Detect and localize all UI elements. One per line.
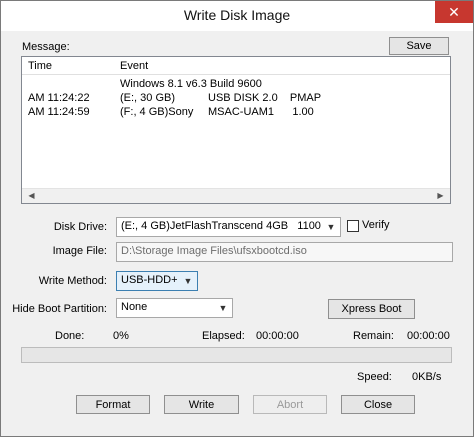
image-file-field[interactable]: D:\Storage Image Files\ufsxbootcd.iso (116, 242, 453, 262)
scroll-right-icon[interactable]: ▶ (433, 190, 448, 202)
hide-boot-partition-select[interactable]: None ▼ (116, 298, 233, 318)
abort-button[interactable]: Abort (253, 395, 327, 414)
log-header: Time Event (22, 57, 450, 75)
elapsed-value: 00:00:00 (256, 330, 299, 342)
column-header-event[interactable]: Event (120, 60, 148, 72)
title-bar: Write Disk Image ✕ (1, 1, 473, 31)
hide-boot-partition-label: Hide Boot Partition: (12, 303, 107, 315)
column-header-time[interactable]: Time (28, 60, 52, 72)
disk-drive-select[interactable]: (E:, 4 GB)JetFlashTranscend 4GB 1100 ▼ (116, 217, 341, 237)
format-button[interactable]: Format (76, 395, 150, 414)
close-window-button[interactable]: ✕ (435, 1, 473, 23)
write-button[interactable]: Write (164, 395, 239, 414)
disk-drive-value: (E:, 4 GB)JetFlashTranscend 4GB 1100 (121, 220, 321, 232)
horizontal-scrollbar[interactable]: ◀ ▶ (22, 188, 450, 203)
disk-drive-label: Disk Drive: (53, 221, 107, 233)
log-time: AM 11:24:59 (28, 106, 90, 118)
speed-label: Speed: (357, 371, 392, 383)
write-progress-bar (21, 347, 452, 363)
scroll-left-icon[interactable]: ◀ (24, 190, 39, 202)
write-disk-image-window: Write Disk Image ✕ Message: Save Time Ev… (0, 0, 474, 437)
remain-value: 00:00:00 (407, 330, 450, 342)
done-value: 0% (113, 330, 129, 342)
log-row: AM 11:24:59 (F:, 4 GB)Sony MSAC-UAM1 1.0… (22, 106, 450, 119)
done-label: Done: (55, 330, 85, 342)
log-row: Windows 8.1 v6.3 Build 9600 (22, 78, 450, 91)
save-button[interactable]: Save (389, 37, 449, 55)
close-button[interactable]: Close (341, 395, 415, 414)
window-title: Write Disk Image (183, 7, 291, 23)
chevron-down-icon: ▼ (218, 303, 228, 313)
elapsed-label: Elapsed: (202, 330, 245, 342)
log-event-extra: MSAC-UAM1 1.00 (208, 106, 314, 118)
hide-boot-partition-value: None (121, 301, 148, 313)
log-row: AM 11:24:22 (E:, 30 GB) USB DISK 2.0 PMA… (22, 92, 450, 105)
log-event: Windows 8.1 v6.3 Build 9600 (120, 78, 262, 90)
write-method-label: Write Method: (38, 275, 107, 287)
message-label: Message: (22, 41, 70, 53)
speed-value: 0KB/s (412, 371, 442, 383)
verify-checkbox[interactable] (347, 220, 359, 232)
write-method-value: USB-HDD+ (121, 274, 178, 286)
chevron-down-icon: ▼ (326, 222, 336, 232)
remain-label: Remain: (353, 330, 394, 342)
log-event-extra: USB DISK 2.0 PMAP (208, 92, 322, 104)
image-file-label: Image File: (52, 245, 107, 257)
message-log-list[interactable]: Time Event Windows 8.1 v6.3 Build 9600 A… (21, 56, 451, 204)
close-icon: ✕ (448, 4, 460, 20)
write-method-select[interactable]: USB-HDD+ ▼ (116, 271, 198, 291)
log-time: AM 11:24:22 (28, 92, 90, 104)
verify-label: Verify (362, 219, 390, 231)
log-event: (E:, 30 GB) (120, 92, 176, 104)
xpress-boot-button[interactable]: Xpress Boot (328, 299, 415, 319)
log-event: (F:, 4 GB)Sony (120, 106, 194, 118)
chevron-down-icon: ▼ (183, 276, 193, 286)
